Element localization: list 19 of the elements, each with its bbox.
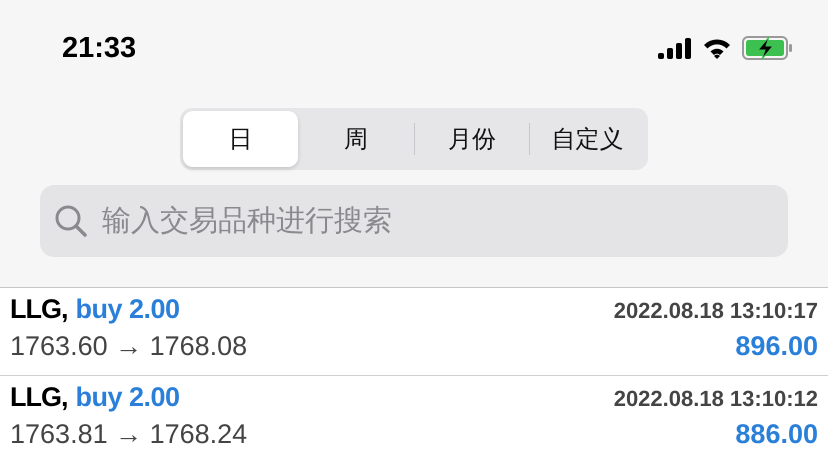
search-field[interactable]: 输入交易品种进行搜索: [40, 185, 788, 257]
deal-time: 2022.08.18 13:10:12: [614, 386, 818, 412]
deal-action: buy 2.00: [76, 294, 180, 325]
wifi-icon: [702, 37, 732, 59]
period-tab[interactable]: 周: [298, 111, 414, 167]
deal-profit: 886.00: [735, 419, 818, 450]
deal-time: 2022.08.18 13:10:17: [614, 298, 818, 324]
period-tab[interactable]: 日: [183, 111, 298, 167]
period-tab[interactable]: 自定义: [530, 111, 645, 167]
status-time: 21:33: [62, 32, 136, 64]
signal-icon: [658, 37, 692, 59]
deal-profit: 896.00: [735, 331, 818, 362]
deal-prices: 1763.81 → 1768.24: [10, 419, 248, 450]
battery-charging-icon: [742, 35, 794, 61]
deal-symbol: LLG,: [10, 382, 68, 413]
deal-symbol: LLG,: [10, 294, 68, 325]
period-tab[interactable]: 月份: [414, 111, 530, 167]
deal-action: buy 2.00: [76, 382, 180, 413]
deal-prices: 1763.60 → 1768.08: [10, 331, 248, 362]
